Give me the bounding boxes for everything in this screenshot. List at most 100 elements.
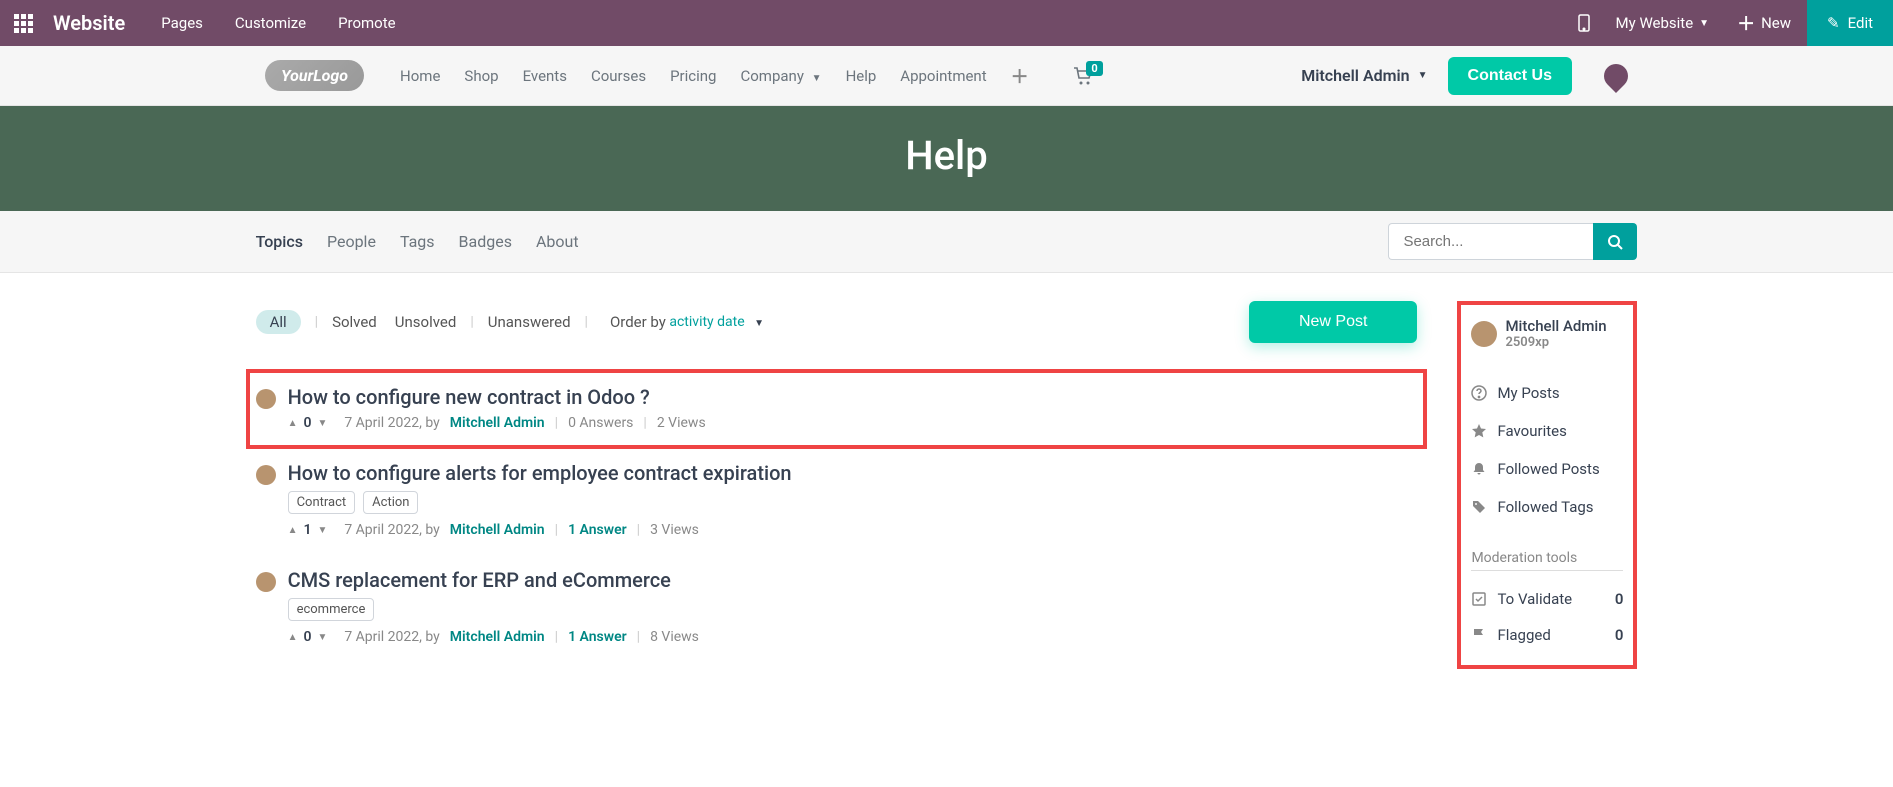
separator: | (555, 629, 558, 645)
my-website-label: My Website (1616, 14, 1694, 32)
order-label: Order by (610, 313, 666, 331)
filters-group: All | Solved Unsolved | Unanswered | Ord… (256, 310, 765, 334)
post-meta: ▲1▼ 7 April 2022, by Mitchell Admin | 1 … (288, 522, 1418, 538)
sub-nav-left: Topics People Tags Badges About (256, 232, 579, 251)
post-body: How to configure new contract in Odoo ? ▲… (288, 385, 1414, 431)
nav-left: YourLogo Home Shop Events Courses Pricin… (265, 60, 1105, 91)
new-post-button[interactable]: New Post (1249, 301, 1417, 343)
mod-count: 0 (1615, 626, 1624, 644)
answers-count[interactable]: 1 Answer (568, 522, 627, 538)
nav-shop[interactable]: Shop (452, 67, 510, 85)
sidebar-link-followed-tags[interactable]: Followed Tags (1471, 488, 1623, 526)
post-title[interactable]: How to configure alerts for employee con… (288, 461, 1418, 485)
contact-us-button[interactable]: Contact Us (1448, 57, 1572, 95)
sidebar-link-label: Followed Tags (1497, 498, 1593, 516)
post-item: CMS replacement for ERP and eCommerce eco… (256, 556, 1418, 663)
tag[interactable]: Action (363, 491, 418, 514)
new-label: New (1761, 14, 1791, 32)
nav-events[interactable]: Events (511, 67, 579, 85)
post-date: 7 April 2022, by (337, 629, 439, 645)
sidebar-link-followed-posts[interactable]: Followed Posts (1471, 450, 1623, 488)
upvote-icon[interactable]: ▲ (288, 632, 298, 643)
mod-link-label: To Validate (1497, 590, 1572, 608)
separator: | (643, 415, 646, 431)
nav-help[interactable]: Help (834, 67, 889, 85)
search-button[interactable] (1593, 223, 1637, 260)
post-title[interactable]: CMS replacement for ERP and eCommerce (288, 568, 1418, 592)
downvote-icon[interactable]: ▼ (317, 418, 327, 429)
pencil-icon: ✎ (1827, 14, 1840, 32)
author-link[interactable]: Mitchell Admin (450, 629, 545, 645)
views-count: 3 Views (650, 522, 699, 538)
nav-appointment[interactable]: Appointment (888, 67, 998, 85)
filter-unanswered[interactable]: Unanswered (488, 313, 571, 331)
nav-courses[interactable]: Courses (579, 67, 658, 85)
post-title[interactable]: How to configure new contract in Odoo ? (288, 385, 1414, 409)
nav-home[interactable]: Home (388, 67, 452, 85)
sidebar-link-my-posts[interactable]: My Posts (1471, 374, 1623, 412)
cart-button[interactable]: 0 (1061, 67, 1105, 85)
subnav-tags[interactable]: Tags (400, 232, 435, 251)
new-button[interactable]: ＋ New (1721, 0, 1807, 46)
user-dropdown[interactable]: Mitchell Admin ▼ (1301, 66, 1427, 85)
filter-unsolved[interactable]: Unsolved (395, 313, 457, 331)
plus-icon: ＋ (1737, 10, 1755, 36)
order-dropdown[interactable]: activity date ▼ (669, 314, 764, 330)
content-column: All | Solved Unsolved | Unanswered | Ord… (256, 301, 1418, 669)
vote-group: ▲0▼ (288, 415, 328, 431)
tag[interactable]: Contract (288, 491, 356, 514)
top-menu-pages[interactable]: Pages (145, 14, 219, 32)
post-item: How to configure alerts for employee con… (256, 449, 1418, 556)
nav-add-page[interactable]: ＋ (999, 63, 1041, 89)
top-menu-promote[interactable]: Promote (322, 14, 412, 32)
subnav-people[interactable]: People (327, 232, 376, 251)
author-link[interactable]: Mitchell Admin (450, 522, 545, 538)
avatar (256, 465, 276, 485)
vote-group: ▲1▼ (288, 522, 328, 538)
mod-link-label: Flagged (1497, 626, 1550, 644)
subnav-badges[interactable]: Badges (459, 232, 512, 251)
nav-right: Mitchell Admin ▼ Contact Us (1301, 57, 1628, 95)
edit-label: Edit (1848, 14, 1873, 32)
mod-link-to-validate[interactable]: To Validate0 (1471, 581, 1623, 617)
vote-count: 0 (303, 629, 311, 645)
post-meta: ▲ 0 ▼ 7 April 2022, by Mitchell Admin | 1 … (288, 629, 1418, 645)
app-brand[interactable]: Website (47, 11, 145, 35)
answers-count[interactable]: 1 Answer (568, 629, 627, 645)
question-icon (1471, 385, 1487, 401)
apps-grid-button[interactable] (0, 0, 47, 46)
vote-group: ▲ 0 ▼ (288, 629, 328, 645)
sidebar-link-favourites[interactable]: Favourites (1471, 412, 1623, 450)
upvote-icon[interactable]: ▲ (288, 525, 298, 536)
site-logo[interactable]: YourLogo (265, 60, 364, 91)
post-date: 7 April 2022, by (337, 415, 439, 431)
subnav-about[interactable]: About (536, 232, 579, 251)
sidebar-xp: 2509xp (1505, 335, 1606, 350)
edit-button[interactable]: ✎ Edit (1807, 0, 1893, 46)
answers-count[interactable]: 0 Answers (568, 415, 633, 431)
post-meta: ▲0▼ 7 April 2022, by Mitchell Admin | 0 … (288, 415, 1414, 431)
separator: | (555, 522, 558, 538)
nav-company-label: Company (740, 67, 803, 85)
sidebar-user[interactable]: Mitchell Admin 2509xp (1471, 317, 1623, 350)
my-website-dropdown[interactable]: My Website ▼ (1604, 14, 1722, 32)
nav-company-dropdown[interactable]: Company ▼ (728, 67, 833, 85)
filter-solved[interactable]: Solved (332, 313, 377, 331)
flag-icon (1471, 627, 1487, 643)
avatar (256, 389, 276, 409)
top-menu-customize[interactable]: Customize (219, 14, 322, 32)
subnav-topics[interactable]: Topics (256, 232, 303, 251)
nav-pricing[interactable]: Pricing (658, 67, 728, 85)
search-input[interactable] (1388, 223, 1593, 260)
downvote-icon[interactable]: ▼ (317, 525, 327, 536)
filter-all[interactable]: All (256, 310, 301, 334)
tag[interactable]: ecommerce (288, 598, 375, 621)
author-link[interactable]: Mitchell Admin (450, 415, 545, 431)
downvote-icon[interactable]: ▼ (317, 632, 327, 643)
upvote-icon[interactable]: ▲ (288, 418, 298, 429)
user-name: Mitchell Admin (1301, 66, 1409, 85)
mod-link-flagged[interactable]: Flagged 0 (1471, 617, 1623, 653)
post-tags: ecommerce (288, 598, 1418, 621)
mobile-preview-icon[interactable] (1564, 14, 1604, 32)
theme-color-droplet-icon[interactable] (1599, 59, 1633, 93)
